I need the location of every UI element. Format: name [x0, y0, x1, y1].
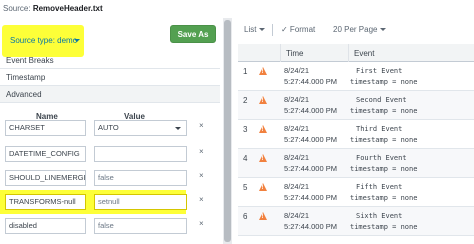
warning-triangle-icon[interactable]: ! [259, 212, 267, 220]
source-line: Source: RemoveHeader.txt [3, 4, 103, 13]
warning-triangle-icon[interactable]: ! [259, 125, 267, 133]
event-text: Fifth Event [356, 183, 403, 191]
event-time: 5:27:44.000 PM [284, 135, 337, 144]
events-table-header: Time Event [238, 44, 474, 62]
event-number: 4 [243, 154, 248, 163]
warning-triangle-icon[interactable]: ! [259, 183, 267, 191]
close-icon[interactable]: × [199, 171, 204, 180]
event-time: 5:27:44.000 PM [284, 164, 337, 173]
setting-name-input[interactable]: disabled [5, 218, 86, 234]
event-number: 2 [243, 96, 248, 105]
source-type-label: Source type: demo [10, 36, 78, 45]
event-row[interactable]: 1 ! 8/24/21 5:27:44.000 PM First Event t… [238, 62, 474, 91]
event-text: Sixth Event [356, 212, 403, 220]
scrollbar-thumb[interactable] [224, 20, 231, 242]
close-icon[interactable]: × [199, 219, 204, 228]
setting-value-input[interactable]: false [94, 218, 187, 234]
event-text: Second Event [356, 96, 407, 104]
event-timestamp-meta: timestamp = none [350, 165, 418, 173]
save-as-button[interactable]: Save As [170, 25, 216, 43]
settings-menu: Event Breaks Timestamp Advanced [0, 52, 220, 103]
close-icon[interactable]: × [199, 195, 204, 204]
per-page-label: 20 Per Page [333, 25, 378, 34]
warning-triangle-icon[interactable]: ! [259, 154, 267, 162]
event-number: 6 [243, 212, 248, 221]
list-view-label: List [244, 25, 257, 34]
results-toolbar: List ✓ Format 20 Per Page [238, 22, 474, 38]
settings-panel: Source type: demo Save As Event Breaks T… [0, 18, 220, 244]
setting-name-input[interactable]: CHARSET [5, 120, 86, 136]
event-row[interactable]: 6 ! 8/24/21 5:27:44.000 PM Sixth Event t… [238, 207, 474, 236]
chevron-down-icon [259, 28, 266, 32]
event-row[interactable]: 4 ! 8/24/21 5:27:44.000 PM Fourth Event … [238, 149, 474, 178]
event-text: Fourth Event [356, 154, 407, 162]
event-time: 5:27:44.000 PM [284, 222, 337, 231]
chevron-down-icon [74, 39, 80, 42]
setting-row: DATETIME_CONFIG × [0, 142, 220, 166]
event-date: 8/24/21 [284, 153, 310, 162]
time-column-header[interactable]: Time [286, 49, 303, 58]
chevron-down-icon [175, 127, 181, 130]
event-timestamp-meta: timestamp = none [350, 78, 418, 86]
close-icon[interactable]: × [199, 147, 204, 156]
format-button[interactable]: ✓ Format [281, 25, 315, 34]
setting-row: disabled false × [0, 214, 220, 238]
setting-row: CHARSET AUTO × [0, 116, 220, 140]
event-date: 8/24/21 [284, 124, 310, 133]
event-column-header[interactable]: Event [354, 49, 374, 58]
event-timestamp-meta: timestamp = none [350, 136, 418, 144]
setting-name-input[interactable]: TRANSFORMS-null [5, 194, 86, 210]
setting-name-input[interactable]: DATETIME_CONFIG [5, 146, 86, 162]
menu-item-event-breaks[interactable]: Event Breaks [0, 52, 220, 69]
event-number: 5 [243, 183, 248, 192]
event-text: First Event [356, 67, 403, 75]
source-label: Source: [3, 4, 31, 13]
per-page-dropdown[interactable]: 20 Per Page [333, 25, 387, 34]
toolbar-divider [272, 24, 273, 36]
event-date: 8/24/21 [284, 66, 310, 75]
column-divider [280, 44, 281, 62]
setting-value-input[interactable] [94, 146, 187, 162]
event-date: 8/24/21 [284, 95, 310, 104]
setting-row: SHOULD_LINEMERGE false × [0, 166, 220, 190]
setting-name-input[interactable]: SHOULD_LINEMERGE [5, 170, 86, 186]
event-number: 1 [243, 67, 248, 76]
menu-item-timestamp[interactable]: Timestamp [0, 69, 220, 86]
charset-select[interactable]: AUTO [94, 120, 187, 136]
list-view-dropdown[interactable]: List [244, 25, 266, 34]
event-time: 5:27:44.000 PM [284, 77, 337, 86]
close-icon[interactable]: × [199, 121, 204, 130]
charset-select-value: AUTO [98, 123, 119, 132]
column-divider [348, 44, 349, 62]
event-timestamp-meta: timestamp = none [350, 107, 418, 115]
event-row[interactable]: 2 ! 8/24/21 5:27:44.000 PM Second Event … [238, 91, 474, 120]
event-text: Third Event [356, 125, 403, 133]
menu-item-advanced[interactable]: Advanced [0, 86, 220, 103]
event-row[interactable]: 3 ! 8/24/21 5:27:44.000 PM Third Event t… [238, 120, 474, 149]
event-timestamp-meta: timestamp = none [350, 194, 418, 202]
event-time: 5:27:44.000 PM [284, 193, 337, 202]
event-row[interactable]: 5 ! 8/24/21 5:27:44.000 PM Fifth Event t… [238, 178, 474, 207]
event-timestamp-meta: timestamp = none [350, 223, 418, 231]
source-file-name: RemoveHeader.txt [32, 4, 103, 13]
event-time: 5:27:44.000 PM [284, 106, 337, 115]
event-number: 3 [243, 125, 248, 134]
chevron-down-icon [380, 28, 387, 32]
setting-value-input[interactable]: false [94, 170, 187, 186]
setting-value-input[interactable]: setnull [94, 194, 187, 210]
warning-triangle-icon[interactable]: ! [259, 67, 267, 75]
event-date: 8/24/21 [284, 211, 310, 220]
warning-triangle-icon[interactable]: ! [259, 96, 267, 104]
event-date: 8/24/21 [284, 182, 310, 191]
setting-row-highlighted: TRANSFORMS-null setnull × [0, 190, 220, 214]
